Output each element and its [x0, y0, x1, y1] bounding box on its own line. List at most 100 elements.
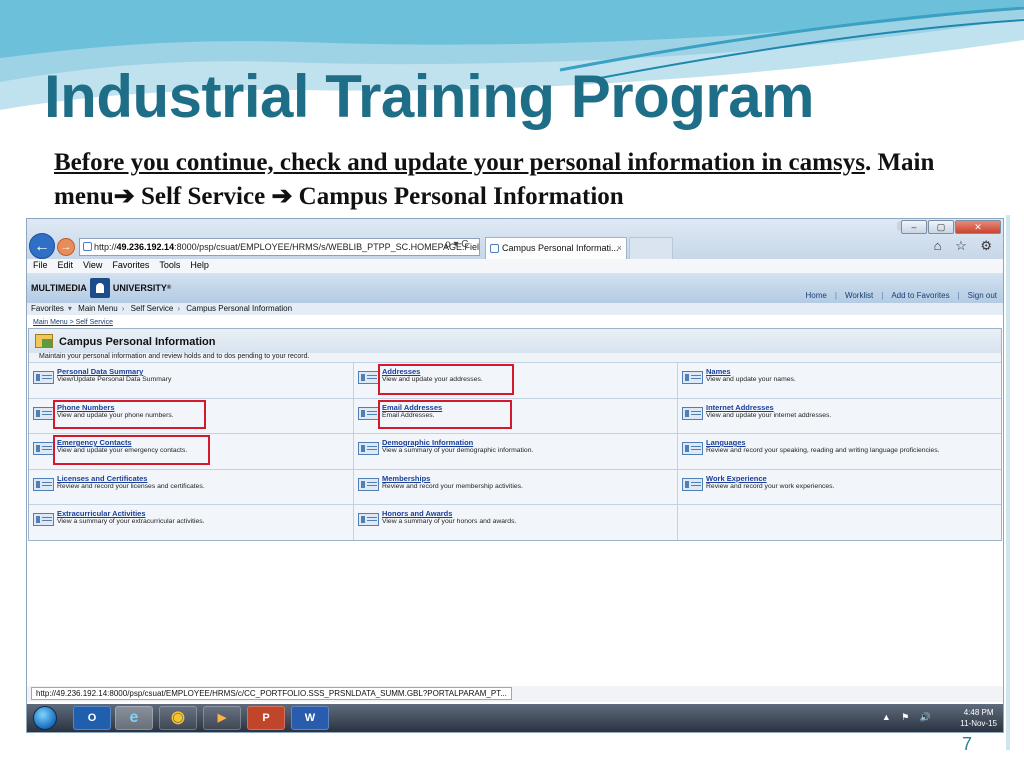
- new-tab-button[interactable]: [629, 237, 673, 259]
- extracurricular-activities-link[interactable]: Extracurricular Activities: [57, 509, 146, 518]
- menu-view[interactable]: View: [83, 260, 102, 270]
- cell-description: View and update your names.: [706, 376, 796, 383]
- status-bar: http://49.236.192.14:8000/psp/csuat/EMPL…: [27, 686, 1003, 702]
- grid-cell-phone-numbers[interactable]: Phone Numbers View and update your phone…: [29, 398, 353, 433]
- grid-row: Personal Data Summary View/Update Person…: [29, 362, 1001, 398]
- grid-cell-demographic-information[interactable]: Demographic Information View a summary o…: [353, 434, 677, 469]
- cell-description: Review and record your work experiences.: [706, 482, 835, 490]
- subtitle-path-step: Campus Personal Information: [292, 183, 624, 210]
- sign-out-link[interactable]: Sign out: [968, 291, 997, 300]
- grid-cell-work-experience[interactable]: Work Experience Review and record your w…: [677, 469, 1001, 504]
- powerpoint-icon[interactable]: P: [247, 706, 285, 730]
- cell-description: View/Update Personal Data Summary: [57, 376, 172, 383]
- windows-taskbar: O e ◉ ▶ P W ▲ ⚑ 🔊 4:48 PM 11-Nov-15: [27, 704, 1003, 732]
- page-icon: [358, 406, 379, 420]
- names-link[interactable]: Names: [706, 367, 731, 376]
- slide-number: 7: [961, 734, 972, 754]
- nav-self-service[interactable]: Self Service: [131, 304, 174, 313]
- restore-button[interactable]: ▢: [928, 220, 954, 234]
- panel-header: Campus Personal Information: [29, 329, 1001, 353]
- status-url: http://49.236.192.14:8000/psp/csuat/EMPL…: [31, 687, 512, 700]
- page-icon: [33, 406, 54, 420]
- browser-toolbar: ‒ ▢ ✕ ← → http://49.236.192.14:8000/psp/…: [27, 219, 1003, 259]
- personal-data-summary-link[interactable]: Personal Data Summary: [57, 367, 143, 376]
- worklist-link[interactable]: Worklist: [845, 291, 873, 300]
- close-button[interactable]: ✕: [955, 220, 1001, 234]
- grid-cell-personal-data-summary[interactable]: Personal Data Summary View/Update Person…: [29, 363, 353, 398]
- menu-help[interactable]: Help: [190, 260, 209, 270]
- nav-main-menu[interactable]: Main Menu: [78, 304, 118, 313]
- clock-time: 4:48 PM: [963, 708, 994, 717]
- menu-favorites[interactable]: Favorites: [112, 260, 149, 270]
- home-link[interactable]: Home: [806, 291, 827, 300]
- back-button[interactable]: ←: [29, 233, 55, 259]
- separator: |: [881, 291, 884, 300]
- internet-addresses-link[interactable]: Internet Addresses: [706, 403, 774, 412]
- grid-cell-names[interactable]: Names View and update your names.: [677, 363, 1001, 398]
- header-links: Home | Worklist | Add to Favorites | Sign out: [798, 291, 997, 300]
- menu-tools[interactable]: Tools: [159, 260, 180, 270]
- outlook-icon[interactable]: O: [73, 706, 111, 730]
- browser-tab[interactable]: Campus Personal Informati... ×: [485, 237, 627, 259]
- phone-numbers-link[interactable]: Phone Numbers: [57, 403, 115, 412]
- browser-toolbar-icons[interactable]: ⌂ ☆ ⚙: [934, 238, 997, 254]
- grid-cell-emergency-contacts[interactable]: Emergency Contacts View and update your …: [29, 434, 353, 469]
- start-button[interactable]: [33, 706, 57, 730]
- grid-cell-memberships[interactable]: Memberships Review and record your membe…: [353, 469, 677, 504]
- memberships-link[interactable]: Memberships: [382, 474, 430, 483]
- window-controls: ‒ ▢ ✕: [900, 220, 1001, 234]
- tab-label: Campus Personal Informati...: [502, 243, 619, 253]
- chevron-right-icon: ›: [121, 304, 125, 313]
- menu-file[interactable]: File: [33, 260, 48, 270]
- breadcrumb-main-menu[interactable]: Main Menu: [33, 319, 68, 326]
- work-experience-link[interactable]: Work Experience: [706, 474, 767, 483]
- add-to-favorites-link[interactable]: Add to Favorites: [891, 291, 949, 300]
- system-clock[interactable]: 4:48 PM 11-Nov-15: [960, 707, 997, 729]
- address-bar[interactable]: http://49.236.192.14:8000/psp/csuat/EMPL…: [79, 238, 480, 256]
- grid-cell-email-addresses[interactable]: Email Addresses Email Addresses.: [353, 398, 677, 433]
- menu-bar: File Edit View Favorites Tools Help: [27, 259, 1003, 273]
- address-tools[interactable]: ρ ▾ C: [445, 239, 469, 250]
- languages-link[interactable]: Languages: [706, 438, 746, 447]
- grid-cell-addresses[interactable]: Addresses View and update your addresses…: [353, 363, 677, 398]
- system-tray-icons[interactable]: ▲ ⚑ 🔊: [882, 712, 935, 723]
- menu-grid: Personal Data Summary View/Update Person…: [29, 362, 1001, 540]
- grid-cell-honors-and-awards[interactable]: Honors and Awards View a summary of your…: [353, 505, 677, 540]
- demographic-information-link[interactable]: Demographic Information: [382, 438, 473, 447]
- tab-close-icon[interactable]: ×: [617, 238, 622, 258]
- licenses-and-certificates-link[interactable]: Licenses and Certificates: [57, 474, 147, 483]
- grid-cell-licenses-and-certificates[interactable]: Licenses and Certificates Review and rec…: [29, 469, 353, 504]
- nav-campus-personal-information[interactable]: Campus Personal Information: [186, 304, 292, 313]
- address-path: :8000/psp/csuat/EMPLOYEE/HRMS/s/WEBLIB_P…: [174, 242, 480, 252]
- university-logo: MULTIMEDIA UNIVERSITY ®: [31, 278, 171, 298]
- forward-button[interactable]: →: [57, 238, 75, 256]
- internet-explorer-icon[interactable]: e: [115, 706, 153, 730]
- menu-edit[interactable]: Edit: [58, 260, 74, 270]
- nav-favorites[interactable]: Favorites: [31, 304, 64, 313]
- minimize-button[interactable]: ‒: [901, 220, 927, 234]
- grid-cell-extracurricular-activities[interactable]: Extracurricular Activities View a summar…: [29, 505, 353, 540]
- breadcrumb-self-service[interactable]: Self Service: [76, 319, 113, 326]
- email-addresses-link[interactable]: Email Addresses: [382, 403, 442, 412]
- emergency-contacts-link[interactable]: Emergency Contacts: [57, 438, 132, 447]
- breadcrumb-separator: >: [67, 319, 76, 326]
- cell-description: View a summary of your demographic infor…: [382, 447, 534, 454]
- chrome-icon[interactable]: ◉: [159, 706, 197, 730]
- grid-cell-internet-addresses[interactable]: Internet Addresses View and update your …: [677, 398, 1001, 433]
- cell-description: View a summary of your honors and awards…: [382, 518, 517, 525]
- addresses-link[interactable]: Addresses: [382, 367, 420, 376]
- honors-and-awards-link[interactable]: Honors and Awards: [382, 509, 452, 518]
- media-player-icon[interactable]: ▶: [203, 706, 241, 730]
- word-icon[interactable]: W: [291, 706, 329, 730]
- cell-description: View and update your emergency contacts.: [57, 447, 188, 454]
- tab-page-icon: [490, 244, 499, 253]
- grid-row: Phone Numbers View and update your phone…: [29, 397, 1001, 433]
- subtitle-path-step: Self Service: [134, 183, 272, 210]
- cell-description: View and update your addresses.: [382, 376, 483, 383]
- chevron-right-icon: ›: [177, 304, 180, 313]
- page-icon: [33, 513, 54, 526]
- page-icon: [33, 371, 54, 384]
- grid-cell-languages[interactable]: Languages Review and record your speakin…: [677, 434, 1001, 469]
- folder-icon: [35, 334, 53, 348]
- browser-window: ‒ ▢ ✕ ← → http://49.236.192.14:8000/psp/…: [26, 218, 1004, 733]
